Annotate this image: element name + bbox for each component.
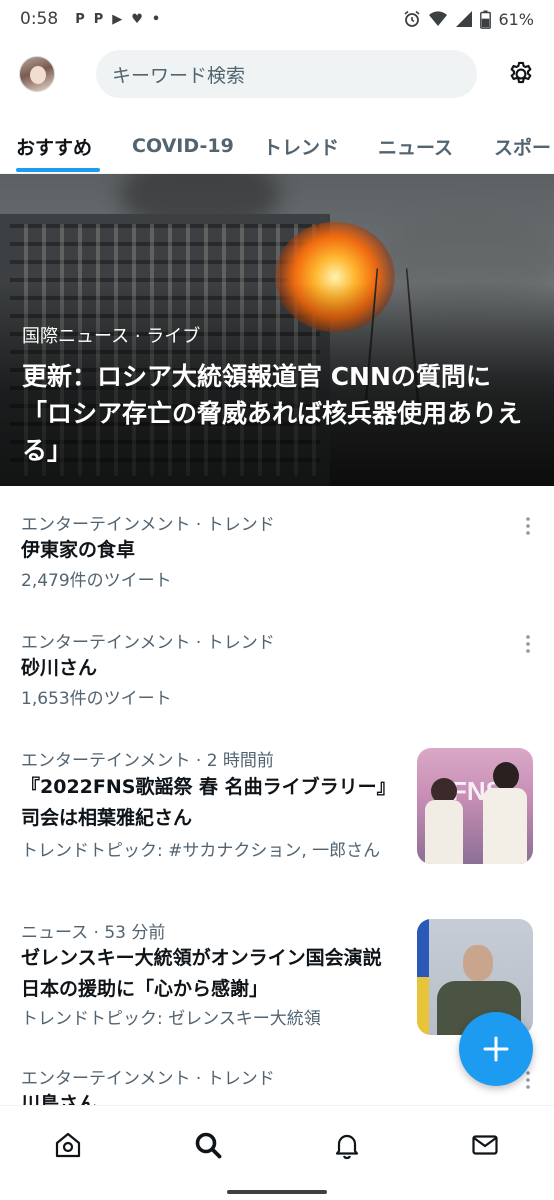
nav-notifications[interactable]	[330, 1128, 364, 1162]
trend-item[interactable]: エンターテインメント · トレンド 伊東家の食卓 2,479件のツイート	[0, 486, 554, 604]
status-time: 0:58	[20, 9, 59, 29]
more-vertical-icon	[526, 1071, 530, 1089]
more-options-button[interactable]	[518, 632, 538, 656]
trend-feed: エンターテインメント · トレンド 伊東家の食卓 2,479件のツイート エンタ…	[0, 486, 554, 1106]
active-tab-indicator	[16, 168, 100, 172]
mail-icon	[472, 1135, 498, 1155]
trend-meta: エンターテインメント · トレンド	[21, 1069, 275, 1089]
news-thumbnail: FNS	[417, 748, 533, 864]
tab-sports[interactable]: スポー	[494, 118, 551, 173]
trend-meta: エンターテインメント · トレンド	[21, 633, 275, 653]
nav-explore[interactable]	[191, 1128, 225, 1162]
dot-icon: •	[151, 11, 161, 27]
hero-title: 更新：ロシア大統領報道官 CNNの質問に「ロシア存亡の脅威あれば核兵器使用ありえ…	[22, 362, 523, 465]
more-options-button[interactable]	[518, 514, 538, 538]
search-input[interactable]: キーワード検索	[96, 50, 477, 98]
battery-icon	[480, 10, 492, 29]
gear-icon	[510, 61, 532, 84]
tab-news[interactable]: ニュース	[378, 118, 453, 173]
signal-icon	[456, 11, 473, 27]
trend-title: 砂川さん	[21, 657, 98, 679]
hero-meta: 国際ニュース · ライブ	[22, 326, 201, 347]
search-placeholder: キーワード検索	[112, 64, 246, 87]
status-right: 61%	[403, 10, 534, 29]
youtube-icon: ▶	[112, 11, 123, 27]
status-left: 0:58 P P ▶ ♥ •	[20, 9, 160, 29]
more-vertical-icon	[526, 517, 530, 535]
trend-title: 川島さん	[21, 1093, 98, 1106]
news-topics: トレンドトピック: ゼレンスキー大統領	[21, 1009, 321, 1029]
hero-story[interactable]: 国際ニュース · ライブ 更新：ロシア大統領報道官 CNNの質問に「ロシア存亡の…	[0, 174, 554, 486]
home-icon	[55, 1132, 81, 1158]
p-app-icon: P	[93, 11, 104, 27]
plus-icon	[483, 1036, 509, 1062]
settings-button[interactable]	[505, 58, 537, 90]
trend-title: 伊東家の食卓	[21, 539, 136, 561]
news-title: 『2022FNS歌謡祭 春 名曲ライブラリー』司会は相葉雅紀さん	[21, 776, 387, 829]
status-bar: 0:58 P P ▶ ♥ • 61%	[0, 0, 554, 38]
tab-recommended[interactable]: おすすめ	[16, 118, 92, 173]
news-meta: ニュース · 53 分前	[21, 923, 166, 943]
trend-meta: エンターテインメント · トレンド	[21, 515, 275, 535]
heart-icon: ♥	[131, 11, 143, 27]
compose-tweet-button[interactable]	[459, 1012, 533, 1086]
trend-item[interactable]: エンターテインメント · トレンド 砂川さん 1,653件のツイート	[0, 604, 554, 722]
topic-tabs: おすすめ COVID-19 トレンド ニュース スポー	[0, 118, 554, 174]
more-vertical-icon	[526, 635, 530, 653]
battery-percent: 61%	[498, 9, 534, 29]
gesture-bar[interactable]	[227, 1190, 327, 1194]
trend-tweet-count: 2,479件のツイート	[21, 571, 172, 591]
tab-covid-19[interactable]: COVID-19	[132, 118, 234, 173]
search-icon	[195, 1132, 222, 1159]
alarm-icon	[404, 10, 420, 27]
nav-home[interactable]	[51, 1128, 85, 1162]
bottom-navigation	[0, 1105, 554, 1200]
news-title: ゼレンスキー大統領がオンライン国会演説 日本の援助に「心から感謝」	[21, 947, 382, 1000]
bell-icon	[335, 1134, 359, 1160]
top-header: キーワード検索	[0, 38, 554, 110]
trend-tweet-count: 1,653件のツイート	[21, 689, 172, 709]
news-topics: トレンドトピック: #サカナクション, 一郎さん	[21, 841, 381, 861]
news-item[interactable]: エンターテインメント · 2 時間前 『2022FNS歌謡祭 春 名曲ライブラリ…	[0, 722, 554, 902]
tab-trend[interactable]: トレンド	[263, 118, 339, 173]
nav-messages[interactable]	[468, 1128, 502, 1162]
news-meta: エンターテインメント · 2 時間前	[21, 751, 274, 771]
p-app-icon: P	[75, 11, 85, 27]
hero-text: 国際ニュース · ライブ 更新：ロシア大統領報道官 CNNの質問に「ロシア存亡の…	[22, 322, 537, 469]
avatar[interactable]	[19, 56, 55, 92]
wifi-icon	[429, 11, 448, 26]
